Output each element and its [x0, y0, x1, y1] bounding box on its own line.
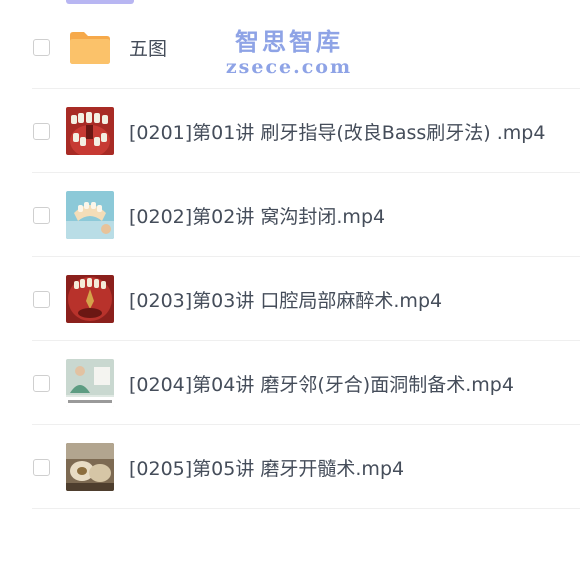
file-list-page: 五图 [0201]第01讲 刷牙指导(改良Bass刷牙法) .mp4 [0202… — [0, 0, 580, 570]
selection-indicator — [66, 0, 134, 4]
mouth-thumbnail — [66, 275, 114, 323]
list-item-video[interactable]: [0204]第04讲 磨牙邻(牙合)面洞制备术.mp4 — [0, 341, 580, 425]
row-checkbox[interactable] — [33, 206, 50, 224]
file-name[interactable]: [0203]第03讲 口腔局部麻醉术.mp4 — [129, 286, 442, 313]
teeth-cast-thumbnail — [66, 191, 114, 239]
folder-icon — [66, 23, 114, 71]
list-item-video[interactable]: [0203]第03讲 口腔局部麻醉术.mp4 — [0, 257, 580, 341]
file-name[interactable]: [0205]第05讲 磨牙开髓术.mp4 — [129, 454, 404, 481]
lecture-thumbnail — [66, 359, 114, 407]
row-checkbox[interactable] — [33, 374, 50, 392]
row-checkbox[interactable] — [33, 122, 50, 140]
file-name[interactable]: [0202]第02讲 窝沟封闭.mp4 — [129, 202, 385, 229]
row-checkbox[interactable] — [33, 458, 50, 476]
file-name[interactable]: [0201]第01讲 刷牙指导(改良Bass刷牙法) .mp4 — [129, 118, 545, 145]
list-item-folder[interactable]: 五图 — [0, 5, 580, 89]
file-list: 五图 [0201]第01讲 刷牙指导(改良Bass刷牙法) .mp4 [0202… — [0, 5, 580, 509]
tooth-closeup-thumbnail — [66, 443, 114, 491]
teeth-model-thumbnail — [66, 107, 114, 155]
list-item-video[interactable]: [0201]第01讲 刷牙指导(改良Bass刷牙法) .mp4 — [0, 89, 580, 173]
list-item-video[interactable]: [0205]第05讲 磨牙开髓术.mp4 — [0, 425, 580, 509]
file-name[interactable]: [0204]第04讲 磨牙邻(牙合)面洞制备术.mp4 — [129, 370, 514, 397]
list-item-video[interactable]: [0202]第02讲 窝沟封闭.mp4 — [0, 173, 580, 257]
folder-name[interactable]: 五图 — [129, 34, 167, 61]
row-checkbox[interactable] — [33, 38, 50, 56]
row-checkbox[interactable] — [33, 290, 50, 308]
